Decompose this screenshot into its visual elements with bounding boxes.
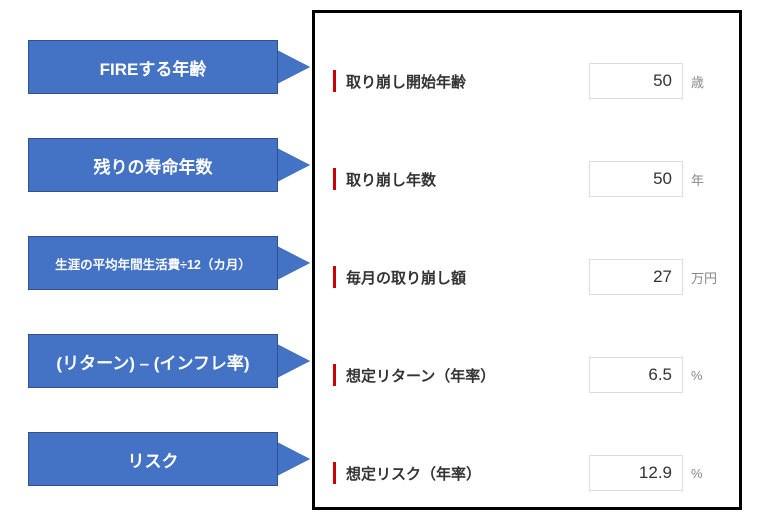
callout-fire-age: FIREする年齢 <box>28 40 278 94</box>
field-row-monthly: 毎月の取り崩し額 万円 <box>315 247 739 307</box>
callout-label: (リターン) – (インフレ率) <box>56 349 249 374</box>
unit-label: 歳 <box>691 72 721 91</box>
field-row-return: 想定リターン（年率） % <box>315 345 739 405</box>
field-label: 取り崩し開始年齢 <box>346 71 466 92</box>
field-label-wrap: 想定リスク（年率） <box>333 462 589 484</box>
unit-label: 万円 <box>691 268 721 287</box>
field-row-years: 取り崩し年数 年 <box>315 149 739 209</box>
callout-remaining-years: 残りの寿命年数 <box>28 138 278 192</box>
arrow-icon <box>278 149 310 181</box>
unit-label: % <box>691 368 721 383</box>
callout-label: 生涯の平均年間生活費÷12（カ月） <box>55 254 251 273</box>
unit-label: % <box>691 466 721 481</box>
callout-monthly-expense: 生涯の平均年間生活費÷12（カ月） <box>28 236 278 290</box>
field-label: 毎月の取り崩し額 <box>346 267 466 288</box>
vertical-bar-icon <box>333 168 336 190</box>
callout-label: リスク <box>128 447 179 472</box>
vertical-bar-icon <box>333 462 336 484</box>
page-container: FIREする年齢 残りの寿命年数 生涯の平均年間生活費÷12（カ月） (リターン… <box>0 0 757 522</box>
risk-input[interactable] <box>589 455 683 491</box>
field-label: 想定リターン（年率） <box>346 365 495 386</box>
arrow-icon <box>278 443 310 475</box>
start-age-input[interactable] <box>589 63 683 99</box>
callout-label: FIREする年齢 <box>100 55 207 80</box>
form-panel: 取り崩し開始年齢 歳 取り崩し年数 年 毎月の取り崩し額 万円 想定リ <box>312 10 742 510</box>
arrow-icon <box>278 247 310 279</box>
return-input[interactable] <box>589 357 683 393</box>
callout-return: (リターン) – (インフレ率) <box>28 334 278 388</box>
field-label: 取り崩し年数 <box>346 169 436 190</box>
callout-risk: リスク <box>28 432 278 486</box>
unit-label: 年 <box>691 170 721 189</box>
vertical-bar-icon <box>333 364 336 386</box>
field-label-wrap: 取り崩し年数 <box>333 168 589 190</box>
monthly-input[interactable] <box>589 259 683 295</box>
field-label-wrap: 取り崩し開始年齢 <box>333 70 589 92</box>
field-label: 想定リスク（年率） <box>346 463 481 484</box>
callout-label: 残りの寿命年数 <box>94 153 213 178</box>
field-label-wrap: 毎月の取り崩し額 <box>333 266 589 288</box>
vertical-bar-icon <box>333 70 336 92</box>
arrow-icon <box>278 51 310 83</box>
arrow-icon <box>278 345 310 377</box>
field-row-risk: 想定リスク（年率） % <box>315 443 739 503</box>
years-input[interactable] <box>589 161 683 197</box>
field-row-start-age: 取り崩し開始年齢 歳 <box>315 51 739 111</box>
field-label-wrap: 想定リターン（年率） <box>333 364 589 386</box>
vertical-bar-icon <box>333 266 336 288</box>
